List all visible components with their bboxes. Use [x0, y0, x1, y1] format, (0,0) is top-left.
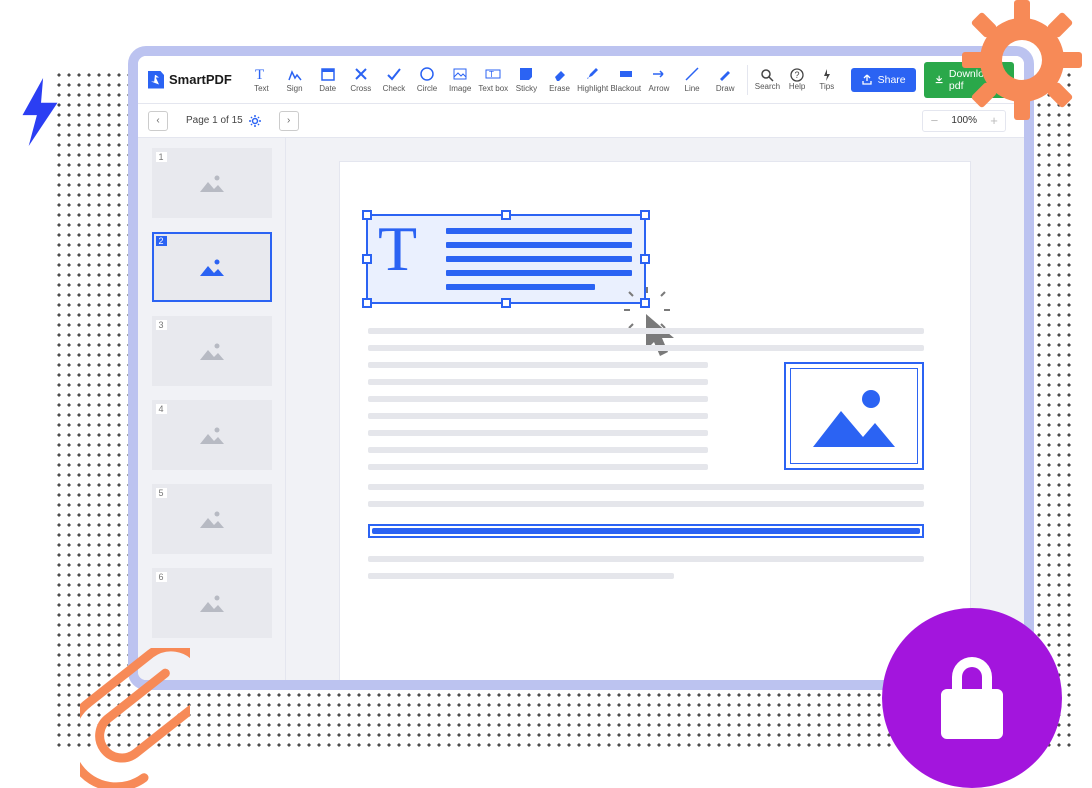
text-glyph: T: [378, 212, 417, 286]
page-settings-icon[interactable]: [249, 115, 261, 127]
zoom-out-button[interactable]: −: [923, 111, 945, 131]
tool-date[interactable]: Date: [312, 66, 343, 93]
page-thumbnail[interactable]: 3: [152, 316, 272, 386]
tool-image[interactable]: Image: [445, 66, 476, 93]
tool-sticky[interactable]: Sticky: [511, 66, 542, 93]
body-text-lines: [368, 556, 924, 590]
tool-draw[interactable]: Draw: [710, 66, 741, 93]
prev-page-button[interactable]: ‹: [148, 111, 168, 131]
tool-arrow[interactable]: Arrow: [643, 66, 674, 93]
utility-tips[interactable]: Tips: [813, 68, 841, 91]
body-text-lines: [368, 484, 924, 518]
tool-sign[interactable]: Sign: [279, 66, 310, 93]
download-icon: [934, 74, 944, 86]
body-text-lines: [368, 328, 924, 362]
paperclip-icon: [80, 648, 190, 788]
resize-handle[interactable]: [362, 210, 372, 220]
logo-mark-icon: [148, 71, 164, 89]
image-placeholder: [790, 368, 918, 464]
page-thumbnail[interactable]: 5: [152, 484, 272, 554]
canvas-area[interactable]: T: [286, 138, 1024, 680]
page-thumbnail[interactable]: 1: [152, 148, 272, 218]
toolbar-separator: [747, 65, 748, 95]
app-logo: SmartPDF: [148, 71, 232, 89]
lock-icon: [937, 653, 1007, 743]
page-thumbnail[interactable]: 6: [152, 568, 272, 638]
tool-erase[interactable]: Erase: [544, 66, 575, 93]
document-page[interactable]: T: [340, 162, 970, 680]
page-indicator: Page 1 of 15: [186, 115, 261, 127]
tool-text[interactable]: TText: [246, 66, 277, 93]
tool-blackout[interactable]: Blackout: [610, 66, 641, 93]
resize-handle[interactable]: [362, 298, 372, 308]
lock-badge: [882, 608, 1062, 788]
page-thumbnail[interactable]: 4: [152, 400, 272, 470]
body-text-lines: [368, 362, 708, 481]
tool-highlight[interactable]: Highlight: [577, 66, 608, 93]
resize-handle[interactable]: [640, 210, 650, 220]
page-thumbnail[interactable]: 2: [152, 232, 272, 302]
svg-text:?: ?: [795, 70, 800, 80]
share-button[interactable]: Share: [851, 68, 916, 92]
textbox-lines: [446, 228, 632, 298]
app-name: SmartPDF: [169, 72, 232, 87]
share-icon: [861, 74, 873, 86]
resize-handle[interactable]: [501, 210, 511, 220]
next-page-button[interactable]: ›: [279, 111, 299, 131]
page-nav-bar: ‹ Page 1 of 15 › − 100% +: [138, 104, 1024, 138]
editor-body: 1 2 3 4 5 6 T: [138, 138, 1024, 680]
resize-handle[interactable]: [362, 254, 372, 264]
svg-text:T: T: [489, 70, 494, 79]
utility-help[interactable]: ?Help: [783, 68, 811, 91]
app-window: SmartPDF TText Sign Date Cross Check Cir…: [128, 46, 1034, 690]
resize-handle[interactable]: [501, 298, 511, 308]
selected-image-box[interactable]: [784, 362, 924, 470]
gear-icon: [962, 0, 1082, 120]
utility-search[interactable]: Search: [754, 68, 782, 91]
bolt-icon: [14, 76, 66, 148]
tool-cross[interactable]: Cross: [345, 66, 376, 93]
tool-circle[interactable]: Circle: [411, 66, 442, 93]
selected-textbox[interactable]: T: [366, 214, 646, 304]
tool-line[interactable]: Line: [677, 66, 708, 93]
tool-textbox[interactable]: TText box: [478, 66, 509, 93]
thumbnails-sidebar: 1 2 3 4 5 6: [138, 138, 286, 680]
resize-handle[interactable]: [640, 254, 650, 264]
selected-line-box[interactable]: [368, 524, 924, 538]
tool-check[interactable]: Check: [378, 66, 409, 93]
main-toolbar: SmartPDF TText Sign Date Cross Check Cir…: [138, 56, 1024, 104]
svg-text:T: T: [255, 67, 264, 82]
